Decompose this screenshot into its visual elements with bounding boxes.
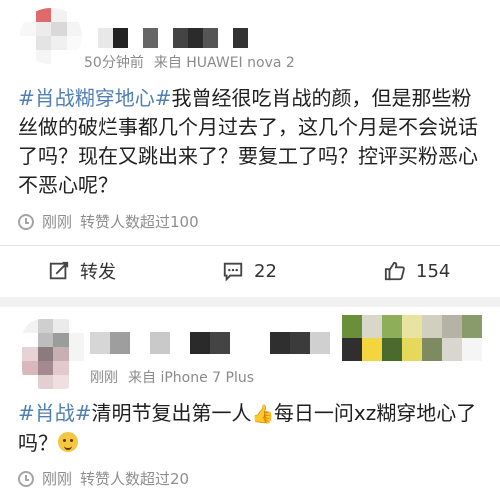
weibo-post-2: 刚刚 来自 iPhone 7 Plus #肖战#清明节复出第一人👍每日一问xz糊穿…: [0, 307, 500, 501]
post-time: 刚刚: [90, 370, 118, 386]
repost-info: 转赞人数超过100: [80, 213, 199, 231]
source-prefix: 来自: [153, 55, 182, 71]
clock-icon: [18, 470, 34, 487]
repost-label: 转发: [80, 262, 116, 283]
membership-badge-blurred: [342, 315, 482, 361]
device-name: iPhone 7 Plus: [160, 370, 255, 386]
username-blurred[interactable]: [90, 332, 330, 354]
thumbs-up-icon: [384, 261, 405, 281]
repost-info: 转赞人数超过20: [80, 470, 190, 488]
weibo-post-1: 50分钟前 来自 HUAWEI nova 2 #肖战糊穿地心#我曾经很吃肖战的颜，…: [0, 0, 500, 297]
post-time: 50分钟前: [84, 55, 144, 71]
username-blurred[interactable]: [98, 28, 248, 48]
clock-icon: [18, 213, 34, 230]
comment-count: 22: [254, 260, 277, 282]
edit-share-icon: [49, 261, 69, 280]
laughing-face-emoji-icon: [58, 432, 78, 452]
sub-meta: 刚刚 转赞人数超过100: [18, 211, 199, 232]
source-prefix: 来自: [128, 370, 156, 386]
avatar-blurred[interactable]: [22, 319, 84, 389]
comment-button[interactable]: 22: [222, 246, 277, 296]
hashtag-link[interactable]: #肖战糊穿地心#: [18, 86, 172, 110]
action-bar: 转发 22 154: [0, 246, 500, 296]
post-content: #肖战糊穿地心#我曾经很吃肖战的颜，但是那些粉丝做的破烂事都几个月过去了，这几个…: [18, 84, 488, 200]
sub-time: 刚刚: [42, 470, 73, 488]
post-content: #肖战#清明节复出第一人👍每日一问xz糊穿地心了吗？: [18, 399, 488, 458]
post-meta: 刚刚 来自 iPhone 7 Plus: [90, 367, 254, 387]
repost-button[interactable]: 转发: [48, 246, 116, 296]
post-text-a: 清明节复出第一人: [91, 401, 252, 425]
device-name: HUAWEI nova 2: [186, 55, 295, 71]
post-meta: 50分钟前 来自 HUAWEI nova 2: [84, 52, 295, 72]
thumbs-up-emoji-icon: 👍: [251, 404, 274, 425]
like-button[interactable]: 154: [384, 246, 450, 296]
avatar-blurred[interactable]: [20, 8, 82, 64]
like-count: 154: [416, 260, 451, 282]
post-separator: [0, 297, 500, 307]
comment-bubble-icon: [223, 262, 243, 282]
hashtag-link[interactable]: #肖战#: [18, 401, 92, 425]
sub-meta: 刚刚 转赞人数超过20: [18, 468, 189, 489]
sub-time: 刚刚: [42, 213, 73, 231]
